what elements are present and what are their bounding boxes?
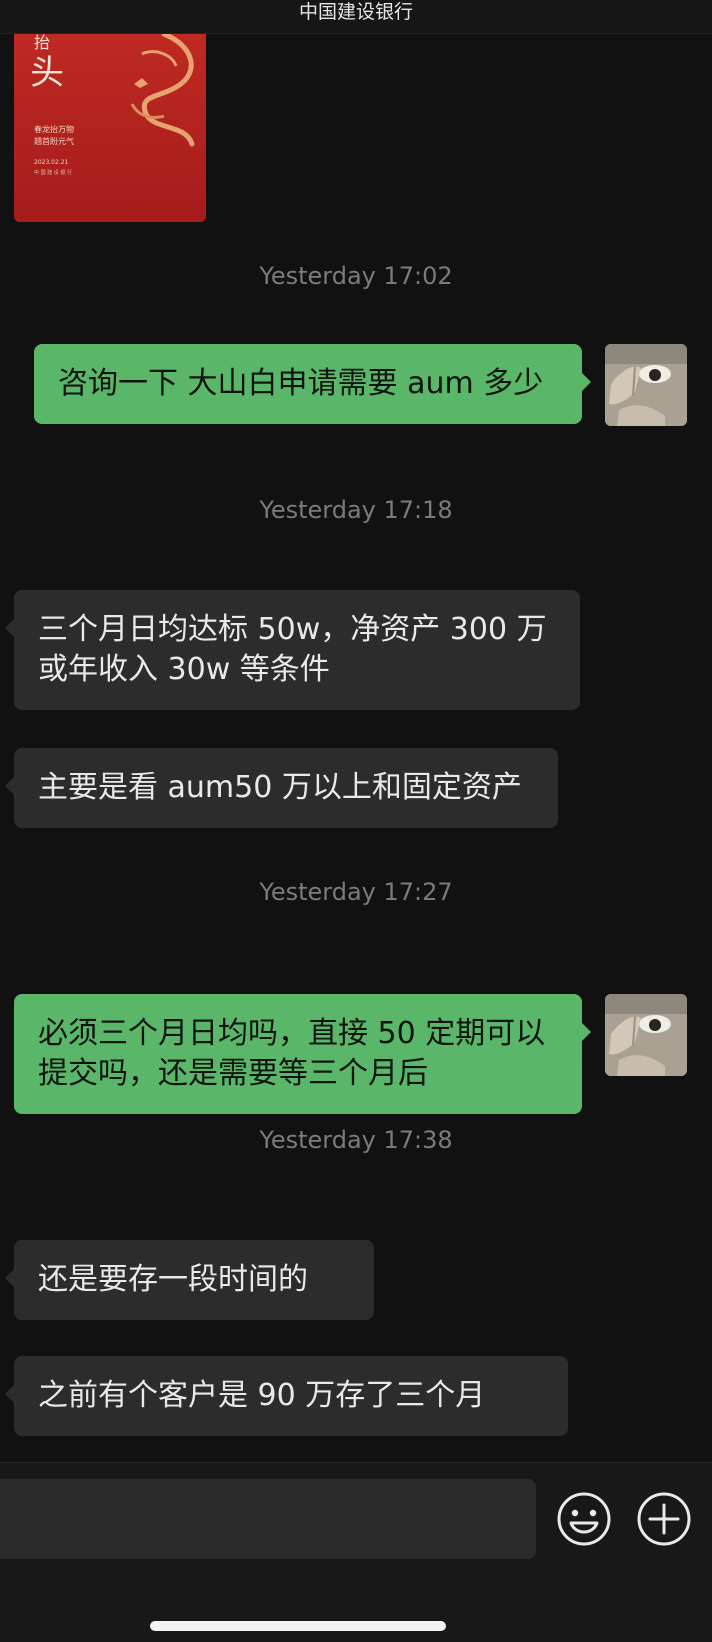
poster-big-char: 头 xyxy=(30,53,64,93)
timestamp: Yesterday 17:18 xyxy=(259,496,453,524)
timestamp: Yesterday 17:38 xyxy=(259,1126,453,1154)
incoming-message[interactable]: 还是要存一段时间的 xyxy=(5,1240,374,1320)
poster-footer: 中 国 建 设 银 行 xyxy=(34,169,72,176)
incoming-message[interactable]: 三个月日均达标 50w，净资产 300 万或年收入 30w 等条件 xyxy=(5,590,580,710)
chat-header: 中国建设银行 xyxy=(0,0,712,34)
outgoing-message[interactable]: 必须三个月日均吗，直接 50 定期可以提交吗，还是需要等三个月后 xyxy=(14,994,591,1114)
message-list[interactable]: 头 抬 春龙抬万物 翘首盼元气 2023.02.21 中 国 建 设 银 行 Y… xyxy=(0,34,712,1462)
poster-line-1: 春龙抬万物 xyxy=(34,124,74,134)
more-options-button[interactable] xyxy=(636,1491,692,1547)
home-indicator[interactable] xyxy=(150,1621,446,1631)
emoji-button[interactable] xyxy=(556,1491,612,1547)
incoming-message[interactable]: 之前有个客户是 90 万存了三个月 xyxy=(5,1356,568,1436)
avatar-image xyxy=(605,344,687,426)
chat-title: 中国建设银行 xyxy=(298,1,413,23)
avatar[interactable] xyxy=(605,344,687,426)
composer-bar xyxy=(0,1462,712,1642)
avatar[interactable] xyxy=(605,994,687,1076)
poster-small-char: 抬 xyxy=(34,34,50,52)
plus-circle-icon xyxy=(637,1492,691,1546)
incoming-message[interactable]: 主要是看 aum50 万以上和固定资产 xyxy=(5,748,558,828)
avatar-image xyxy=(605,994,687,1076)
poster-date: 2023.02.21 xyxy=(34,159,69,166)
outgoing-message[interactable]: 咨询一下 大山白申请需要 aum 多少 xyxy=(34,344,591,424)
image-message[interactable]: 头 抬 春龙抬万物 翘首盼元气 2023.02.21 中 国 建 设 银 行 xyxy=(14,34,206,222)
poster-line-2: 翘首盼元气 xyxy=(34,136,74,146)
timestamp: Yesterday 17:27 xyxy=(259,878,453,906)
emoji-smile-icon xyxy=(557,1492,611,1546)
message-input[interactable] xyxy=(0,1479,536,1559)
dragon-poster-image: 头 抬 春龙抬万物 翘首盼元气 2023.02.21 中 国 建 设 银 行 xyxy=(14,34,206,222)
timestamp: Yesterday 17:02 xyxy=(259,262,453,290)
